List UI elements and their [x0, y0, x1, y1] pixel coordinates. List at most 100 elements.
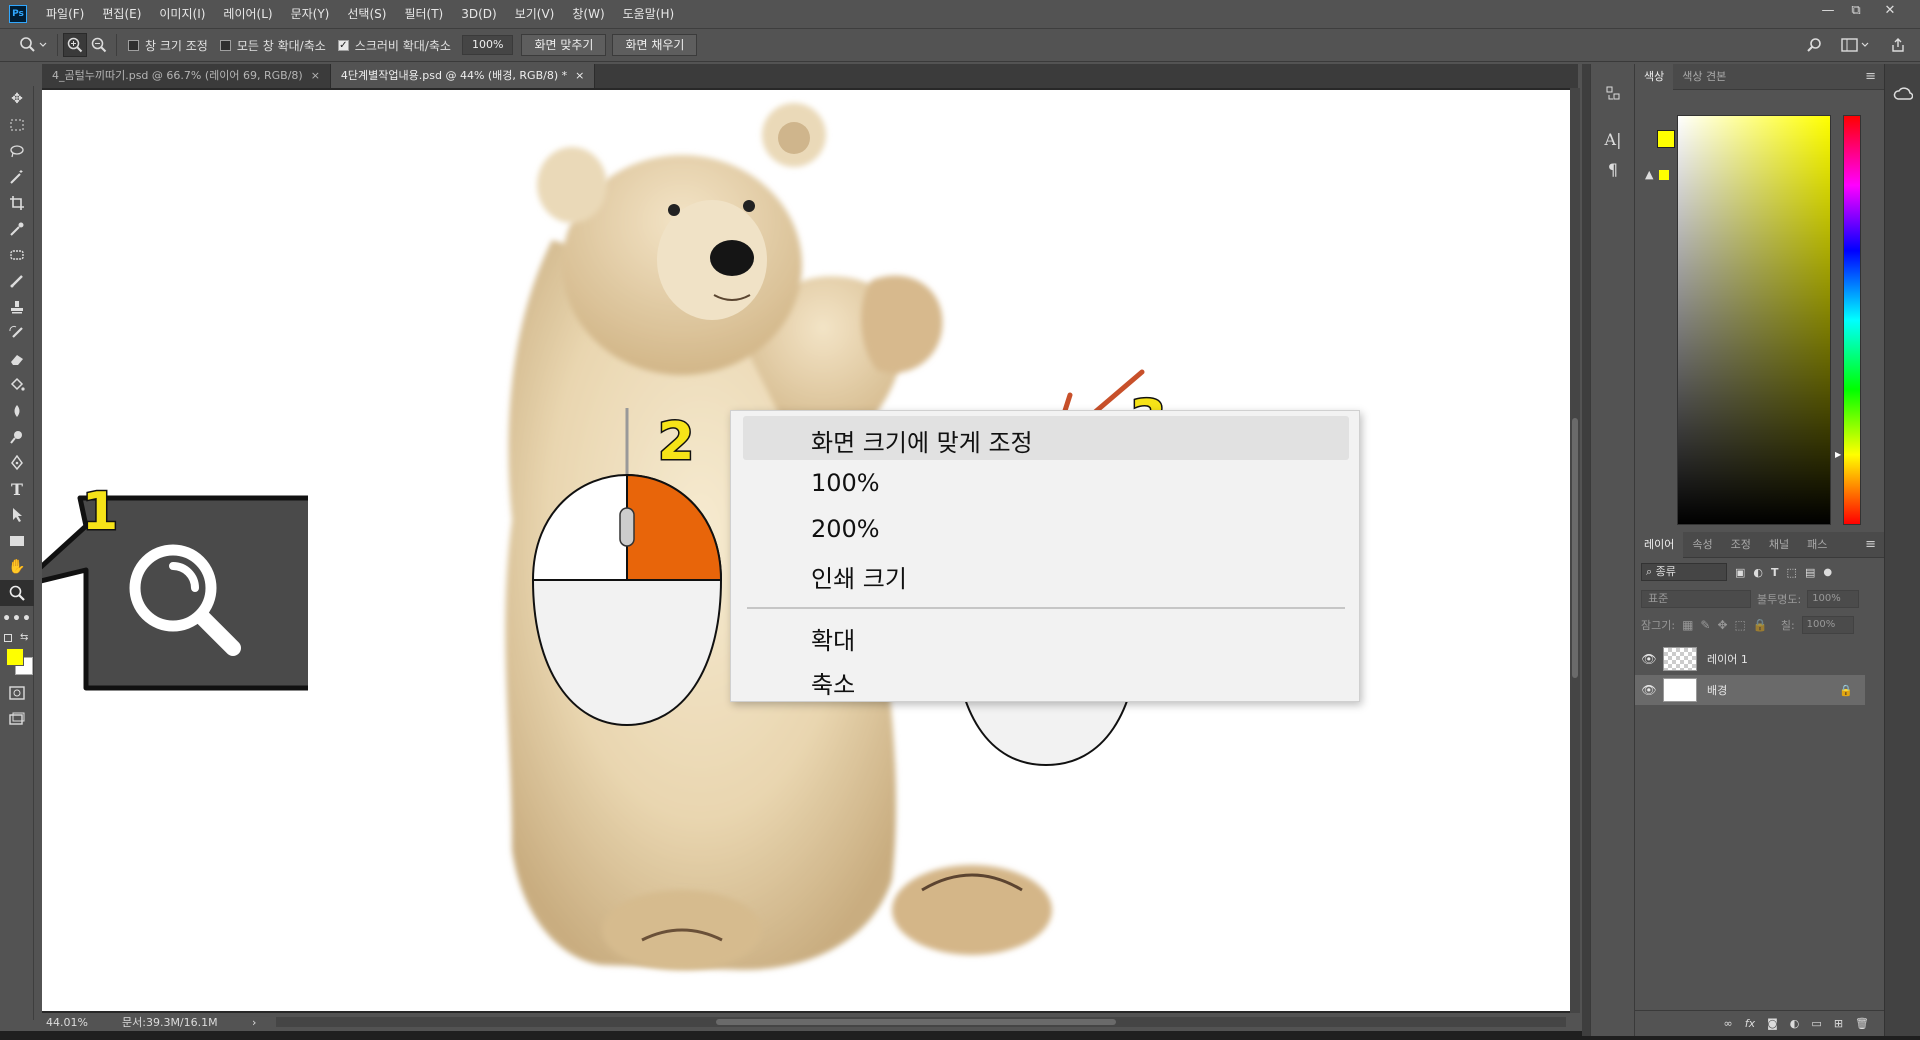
menu-item-200-percent[interactable]: 200% [811, 515, 880, 543]
filter-smart-object-icon[interactable]: ▤ [1805, 566, 1815, 579]
tab-adjustments[interactable]: 조정 [1722, 532, 1760, 558]
zoom-out-icon[interactable] [87, 33, 111, 57]
paint-bucket-tool-icon[interactable] [0, 372, 34, 398]
visibility-eye-icon[interactable]: 👁 [1635, 652, 1663, 666]
filter-toggle-icon[interactable]: ● [1823, 567, 1832, 578]
scrubby-zoom-checkbox[interactable]: ✓ 스크러비 확대/축소 [337, 37, 451, 54]
layer-row-selected[interactable]: 👁 배경 🔒 [1635, 675, 1865, 705]
panel-menu-icon[interactable]: ≡ [1865, 69, 1876, 84]
tab-document-1[interactable]: 4_곰털누끼따기.psd @ 66.7% (레이어 69, RGB/8) × [42, 64, 331, 88]
filter-pixel-icon[interactable]: ▣ [1735, 566, 1745, 579]
zoom-in-icon[interactable] [63, 33, 87, 57]
zoom-all-windows-checkbox[interactable]: 모든 창 확대/축소 [219, 37, 326, 54]
filter-shape-icon[interactable]: ⬚ [1787, 566, 1797, 579]
menu-file[interactable]: 파일(F) [37, 0, 93, 28]
type-tool-icon[interactable]: T [0, 476, 34, 502]
menu-image[interactable]: 이미지(I) [150, 0, 214, 28]
delete-layer-icon[interactable]: 🗑 [1855, 1017, 1869, 1030]
menu-item-zoom-out[interactable]: 축소 [811, 665, 855, 700]
menu-type[interactable]: 문자(Y) [282, 0, 339, 28]
dodge-tool-icon[interactable] [0, 424, 34, 450]
horizontal-scrollbar[interactable] [276, 1017, 1566, 1027]
checkbox-checked-box[interactable]: ✓ [337, 39, 349, 51]
workspace-icon[interactable] [1836, 33, 1876, 57]
hand-tool-icon[interactable]: ✋ [0, 554, 34, 580]
add-mask-icon[interactable]: ◙ [1767, 1017, 1778, 1030]
tab-paths[interactable]: 패스 [1798, 532, 1836, 558]
creative-cloud-icon[interactable] [1885, 76, 1920, 112]
share-icon[interactable] [1886, 33, 1910, 57]
zoom-value-field[interactable]: 100% [461, 35, 514, 55]
swap-colors-icon[interactable]: ⇆ [20, 632, 28, 643]
brush-tool-icon[interactable] [0, 268, 34, 294]
menu-view[interactable]: 보기(V) [506, 0, 564, 28]
menu-item-zoom-in[interactable]: 확대 [811, 621, 855, 656]
more-tools-icon[interactable]: ••• [0, 606, 34, 632]
lock-position-icon[interactable]: ✥ [1717, 618, 1727, 632]
new-adjustment-icon[interactable]: ◐ [1790, 1017, 1800, 1030]
opacity-field[interactable]: 100% [1807, 590, 1860, 608]
tab-swatches[interactable]: 색상 견본 [1673, 64, 1735, 90]
new-group-icon[interactable]: ▭ [1811, 1017, 1821, 1030]
magic-wand-tool-icon[interactable] [0, 164, 34, 190]
visibility-eye-icon[interactable]: 👁 [1635, 683, 1663, 697]
menu-edit[interactable]: 편집(E) [93, 0, 150, 28]
scrollbar-thumb[interactable] [716, 1019, 1116, 1025]
checkbox-box[interactable] [128, 39, 139, 51]
document-canvas[interactable]: 1 2 3 화면 크기에 맞게 조정 100% 200% 인쇄 크기 확대 축소 [42, 90, 1570, 1011]
lock-all-icon[interactable]: 🔒 [1753, 618, 1768, 632]
vertical-scrollbar[interactable] [1570, 88, 1580, 1013]
scrollbar-thumb[interactable] [1572, 418, 1578, 678]
fit-screen-button[interactable]: 화면 맞추기 [521, 34, 607, 56]
quick-mask-icon[interactable] [0, 680, 34, 706]
minimize-button[interactable]: — [1814, 0, 1842, 22]
eyedropper-tool-icon[interactable] [0, 216, 34, 242]
search-icon[interactable] [1802, 33, 1826, 57]
lock-transparent-icon[interactable]: ▦ [1682, 618, 1693, 632]
close-window-button[interactable]: ✕ [1876, 0, 1904, 22]
tab-document-2[interactable]: 4단계별작업내용.psd @ 44% (배경, RGB/8) * × [330, 64, 596, 88]
layer-name[interactable]: 배경 [1707, 682, 1727, 698]
menu-filter[interactable]: 필터(T) [395, 0, 452, 28]
gamut-warning-icon[interactable]: ▲ [1645, 168, 1653, 181]
blend-mode-dropdown[interactable]: 표준 [1641, 590, 1751, 608]
new-layer-icon[interactable]: ⊞ [1834, 1017, 1843, 1030]
zoom-level[interactable]: 44.01% [42, 1016, 122, 1029]
marquee-tool-icon[interactable] [0, 112, 34, 138]
panel-menu-icon[interactable]: ≡ [1865, 537, 1876, 552]
panel-collapse-strip[interactable] [1582, 64, 1590, 1036]
close-tab-icon[interactable]: × [575, 69, 584, 82]
move-tool-icon[interactable]: ✥ [0, 86, 34, 112]
resize-windows-checkbox[interactable]: 창 크기 조정 [128, 37, 208, 54]
fill-screen-button[interactable]: 화면 채우기 [612, 34, 698, 56]
gamut-color-chip[interactable] [1659, 170, 1669, 180]
menu-select[interactable]: 선택(S) [338, 0, 395, 28]
tab-properties[interactable]: 속성 [1683, 532, 1721, 558]
filter-type-icon[interactable]: T [1771, 566, 1779, 579]
restore-button[interactable]: ⧉ [1842, 0, 1870, 22]
filter-kind-dropdown[interactable]: ⌕ 종류 [1641, 563, 1727, 581]
history-panel-icon[interactable] [1591, 78, 1635, 108]
menu-item-100-percent[interactable]: 100% [811, 469, 880, 497]
pen-tool-icon[interactable] [0, 450, 34, 476]
tab-color[interactable]: 색상 [1635, 63, 1674, 90]
layer-row[interactable]: 👁 레이어 1 [1635, 644, 1865, 674]
layer-style-icon[interactable]: fx [1745, 1017, 1755, 1030]
layer-name[interactable]: 레이어 1 [1707, 651, 1748, 667]
tab-layers[interactable]: 레이어 [1635, 531, 1684, 558]
path-selection-tool-icon[interactable] [0, 502, 34, 528]
menu-3d[interactable]: 3D(D) [452, 0, 505, 28]
rectangle-tool-icon[interactable] [0, 528, 34, 554]
paragraph-panel-icon[interactable]: ¶ [1591, 154, 1635, 184]
blur-tool-icon[interactable] [0, 398, 34, 424]
status-menu-arrow[interactable]: › [252, 1016, 272, 1029]
default-colors-icon[interactable] [4, 634, 12, 642]
close-tab-icon[interactable]: × [311, 69, 320, 82]
fill-field[interactable]: 100% [1801, 616, 1854, 634]
clone-stamp-tool-icon[interactable] [0, 294, 34, 320]
tab-channels[interactable]: 채널 [1760, 532, 1798, 558]
screen-mode-icon[interactable] [0, 706, 34, 732]
checkbox-box[interactable] [219, 39, 231, 51]
healing-brush-tool-icon[interactable] [0, 242, 34, 268]
hue-marker-icon[interactable]: ▶ [1835, 450, 1841, 459]
